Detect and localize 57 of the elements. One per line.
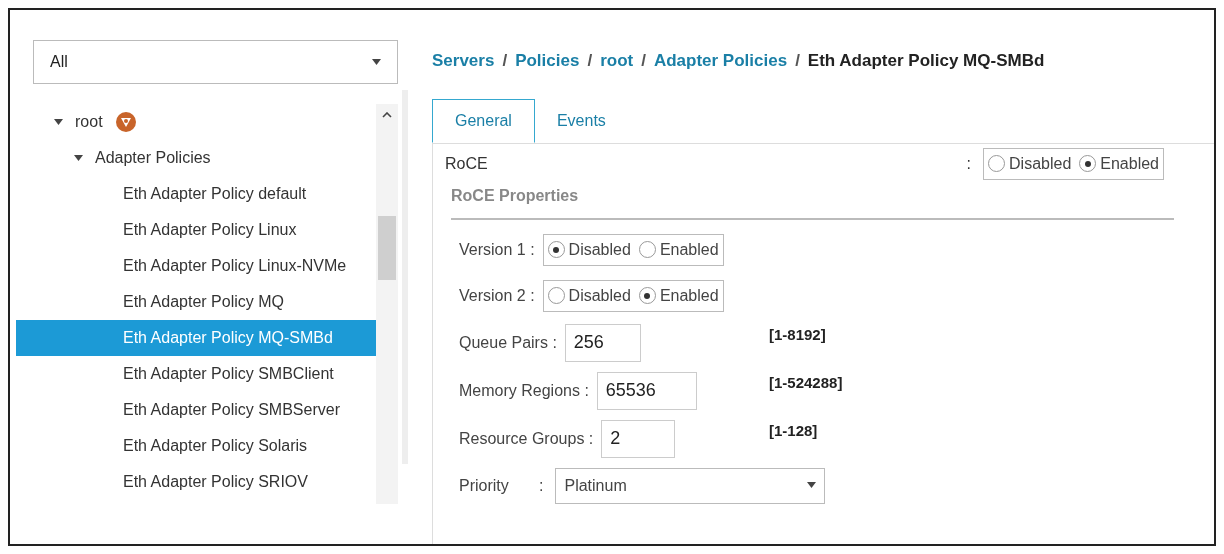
field-label: RoCE	[445, 153, 488, 174]
tree-item[interactable]: Eth Adapter Policy SMBServer	[16, 392, 376, 428]
section-title: RoCE Properties	[451, 185, 580, 206]
breadcrumb-link[interactable]: Servers	[432, 48, 495, 74]
tree-item[interactable]: root	[75, 110, 103, 134]
breadcrumb-link[interactable]: root	[600, 48, 634, 74]
radio-label: Disabled	[1009, 153, 1072, 174]
tree-item[interactable]: Eth Adapter Policy default	[16, 176, 376, 212]
breadcrumb-separator: /	[641, 50, 646, 72]
radio-button[interactable]	[988, 155, 1005, 172]
tab[interactable]: Events	[534, 98, 628, 143]
range-hint: [1-8192]	[769, 324, 826, 345]
field-label: Queue Pairs :	[459, 332, 557, 353]
number-field[interactable]: 65536	[596, 371, 697, 410]
scrollbar[interactable]	[376, 104, 398, 504]
field-label: Priority	[459, 475, 510, 496]
range-hint: [1-128]	[769, 420, 818, 441]
radio-label: Enabled	[1100, 153, 1159, 174]
breadcrumb-separator: /	[795, 50, 800, 72]
radio-button[interactable]	[547, 287, 565, 304]
radio-button[interactable]	[547, 241, 565, 258]
radio-label: Disabled	[568, 239, 631, 260]
radio-button[interactable]	[638, 287, 656, 304]
radio-button[interactable]	[638, 241, 656, 258]
number-field[interactable]: 256	[564, 323, 641, 362]
filter-dropdown[interactable]: All	[33, 40, 398, 84]
chevron-up-icon[interactable]	[382, 112, 392, 118]
radio-button[interactable]	[1079, 155, 1097, 172]
breadcrumb-separator: /	[587, 50, 593, 72]
breadcrumb-link[interactable]: Adapter Policies	[653, 48, 788, 74]
breadcrumb-current: Eth Adapter Policy MQ-SMBd	[807, 50, 1045, 72]
field-label: Version 2 :	[459, 285, 535, 306]
tree-item[interactable]: Adapter Policies	[95, 146, 211, 170]
tree-item[interactable]: Eth Adapter Policy SMBClient	[16, 356, 376, 392]
colon: :	[966, 153, 971, 174]
radio-label: Enabled	[659, 285, 719, 306]
breadcrumb-separator: /	[502, 50, 508, 72]
radio-label: Disabled	[568, 285, 631, 306]
scrollbar-thumb[interactable]	[378, 216, 396, 280]
field-label: Resource Groups :	[459, 428, 594, 449]
range-hint: [1-524288]	[769, 372, 843, 393]
tree-item[interactable]: Eth Adapter Policy Linux-NVMe	[16, 248, 376, 284]
tab[interactable]: General	[432, 98, 535, 143]
caret-icon	[807, 482, 817, 489]
priority-dropdown[interactable]: Platinum	[555, 467, 826, 504]
tree-item[interactable]: Eth Adapter Policy Linux	[16, 212, 376, 248]
field-label: Memory Regions :	[459, 380, 589, 401]
breadcrumb-link[interactable]: Policies	[515, 48, 580, 74]
colon: :	[539, 475, 544, 496]
tree-item[interactable]: Eth Adapter Policy SRIOV	[16, 464, 376, 500]
tree-item[interactable]: Eth Adapter Policy MQ	[16, 284, 376, 320]
number-field[interactable]: 2	[601, 419, 676, 458]
tree-item[interactable]: Eth Adapter Policy Solaris	[16, 428, 376, 464]
shield-icon	[114, 111, 137, 133]
radio-label: Enabled	[659, 239, 719, 260]
field-label: Version 1 :	[459, 239, 535, 260]
caret-icon	[372, 58, 381, 66]
